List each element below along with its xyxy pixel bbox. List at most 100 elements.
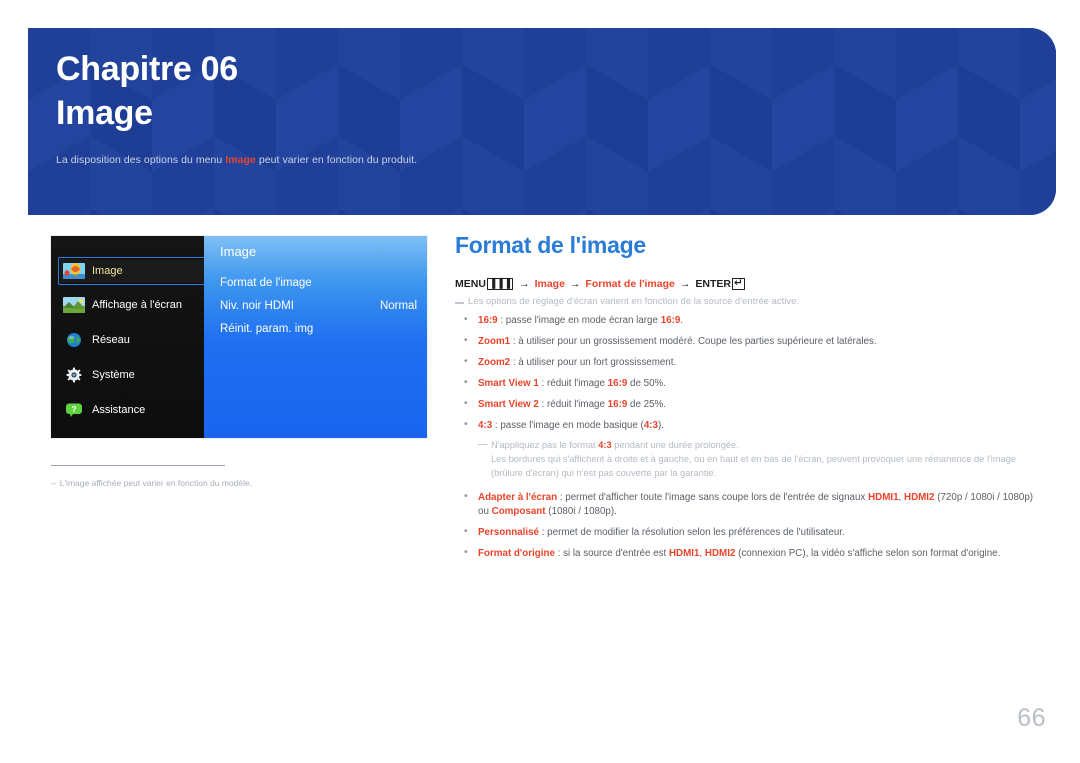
list-item: Personnalisé : permet de modifier la rés… xyxy=(455,525,1035,540)
list-item: 16:9 : passe l'image en mode écran large… xyxy=(455,313,1035,328)
option-term: Adapter à l'écran xyxy=(478,492,558,504)
osd-row-niv-noir-hdmi[interactable]: Niv. noir HDMI Normal xyxy=(220,297,417,315)
osd-row-label: Format de l'image xyxy=(220,277,312,289)
option-term: Smart View 1 xyxy=(478,377,539,389)
option-desc-pre: : à utiliser pour un fort grossissement. xyxy=(510,356,677,368)
option-desc-hl3: Composant xyxy=(491,506,546,518)
option-desc-pre: : à utiliser pour un grossissement modér… xyxy=(510,335,877,347)
list-item: Format d'origine : si la source d'entrée… xyxy=(455,546,1035,561)
option-desc-hl2: HDMI2 xyxy=(704,547,736,559)
svg-text:?: ? xyxy=(71,404,76,414)
enter-return-icon: ↵ xyxy=(731,277,745,290)
chapter-title: Image xyxy=(56,94,153,132)
osd-sidebar-item-affichage[interactable]: Affichage à l'écran xyxy=(59,292,204,318)
menu-path-breadcrumb: MENU ▐▐▐ → Image → Format de l'image → EN… xyxy=(455,278,1035,290)
osd-sidebar-label: Assistance xyxy=(92,404,146,416)
landscape-icon xyxy=(63,297,85,313)
banner-note-suffix: peut varier en fonction du produit. xyxy=(255,154,418,166)
osd-sidebar-label: Image xyxy=(92,265,123,277)
osd-sidebar-label: Affichage à l'écran xyxy=(92,299,182,311)
option-desc-post: ). xyxy=(657,419,664,431)
osd-content-panel: Image Format de l'image Niv. noir HDMI N… xyxy=(204,236,427,438)
banner-note-prefix: La disposition des options du menu xyxy=(56,154,226,166)
option-desc-p1: : si la source d'entrée est xyxy=(554,547,669,559)
osd-menu-screenshot: Image Affichage à l'écran Réseau Système… xyxy=(51,236,427,438)
footnote-text: L'image affichée peut varier en fonction… xyxy=(59,478,253,488)
option-term: Smart View 2 xyxy=(478,398,539,410)
list-item: Zoom2 : à utiliser pour un fort grossiss… xyxy=(455,355,1035,370)
option-desc-highlight: 16:9 xyxy=(607,398,628,410)
burn-in-warning-note: N'appliquez pas le format 4:3 pendant un… xyxy=(478,439,1023,481)
option-desc-p1: : permet d'afficher toute l'image sans c… xyxy=(557,492,869,504)
balloon-icon xyxy=(63,263,85,279)
osd-sidebar-label: Système xyxy=(92,369,135,381)
list-item: Smart View 2 : réduit l'image 16:9 de 25… xyxy=(455,397,1035,412)
option-term: Personnalisé xyxy=(478,527,539,539)
menu-bars-icon: ▐▐▐ xyxy=(486,278,514,290)
option-desc-post: de 50%. xyxy=(627,377,666,389)
menu-path-enter-label: ENTER xyxy=(695,278,731,290)
banner-note-highlight: Image xyxy=(225,154,256,166)
option-term: 4:3 xyxy=(478,419,493,431)
footnote-divider xyxy=(51,465,225,466)
option-desc-pre: : passe l'image en mode basique ( xyxy=(492,419,644,431)
note-leader-icon xyxy=(455,302,464,304)
arrow-icon: → xyxy=(679,278,691,290)
osd-row-value: Normal xyxy=(379,300,417,312)
intro-note-text: Les options de réglage d'écran varient e… xyxy=(468,296,800,307)
intro-note: Les options de réglage d'écran varient e… xyxy=(455,296,1035,307)
option-desc-p3: (connexion PC), la vidéo s'affiche selon… xyxy=(735,547,1001,559)
chapter-banner: Chapitre 06 Image La disposition des opt… xyxy=(28,28,1056,215)
page-number: 66 xyxy=(1017,704,1046,732)
option-term: 16:9 xyxy=(478,315,498,326)
option-term: Zoom2 xyxy=(478,356,511,368)
option-desc-p1: : permet de modifier la résolution selon… xyxy=(539,527,845,539)
list-item: Smart View 1 : réduit l'image 16:9 de 50… xyxy=(455,376,1035,391)
list-item: Zoom1 : à utiliser pour un grossissement… xyxy=(455,334,1035,349)
option-desc-pre: : réduit l'image xyxy=(538,377,608,389)
option-desc-highlight: 4:3 xyxy=(643,419,658,431)
footnote-dash: – xyxy=(51,478,56,488)
option-desc-post: . xyxy=(680,315,684,326)
option-desc-hl1: HDMI1 xyxy=(868,492,899,504)
option-desc-highlight: 16:9 xyxy=(660,315,681,326)
option-term: Zoom1 xyxy=(478,335,511,347)
osd-sidebar-item-image[interactable]: Image xyxy=(58,257,206,285)
option-desc-hl2: HDMI2 xyxy=(904,492,935,504)
page-title: Format de l'image xyxy=(455,232,646,258)
menu-path-menu-label: MENU xyxy=(455,278,486,290)
osd-panel-title: Image xyxy=(220,244,257,259)
list-item: Adapter à l'écran : permet d'afficher to… xyxy=(455,490,1035,519)
arrow-icon: → xyxy=(519,278,530,290)
format-options-list-part1: 16:9 : passe l'image en mode écran large… xyxy=(455,313,1035,433)
arrow-icon: → xyxy=(569,278,581,290)
banner-note: La disposition des options du menu Image… xyxy=(56,154,417,166)
osd-row-label: Réinit. param. img xyxy=(220,323,314,335)
osd-row-reinit-param-img[interactable]: Réinit. param. img xyxy=(220,320,417,338)
warning-line1-post: pendant une durée prolongée. xyxy=(611,440,739,451)
gear-icon xyxy=(63,367,85,383)
osd-row-label: Niv. noir HDMI xyxy=(220,300,294,312)
option-desc-p4: (1080i / 1080p). xyxy=(545,506,617,518)
globe-icon xyxy=(63,332,85,348)
osd-sidebar-label: Réseau xyxy=(92,334,130,346)
option-desc-pre: : réduit l'image xyxy=(538,398,608,410)
option-desc-highlight: 16:9 xyxy=(607,377,628,389)
osd-footnote: – L'image affichée peut varier en fonctio… xyxy=(51,478,381,488)
warning-line1-highlight: 4:3 xyxy=(598,440,612,451)
format-options-list-part2: Adapter à l'écran : permet d'afficher to… xyxy=(455,490,1035,561)
help-bubble-icon: ? xyxy=(63,402,85,418)
list-item: 4:3 : passe l'image en mode basique (4:3… xyxy=(455,418,1035,433)
note-leader-icon xyxy=(478,443,487,446)
osd-row-format-image[interactable]: Format de l'image xyxy=(220,274,417,292)
osd-sidebar-item-assistance[interactable]: ? Assistance xyxy=(59,397,204,423)
osd-sidebar-item-systeme[interactable]: Système xyxy=(59,362,204,388)
option-term: Format d'origine xyxy=(478,547,555,559)
option-desc-pre: : passe l'image en mode écran large xyxy=(497,315,661,326)
menu-path-step-1: Image xyxy=(534,278,565,290)
osd-sidebar-item-reseau[interactable]: Réseau xyxy=(59,327,204,353)
option-desc-hl1: HDMI1 xyxy=(668,547,700,559)
chapter-label: Chapitre 06 xyxy=(56,50,238,88)
warning-line2: Les bordures qui s'affichent à droite et… xyxy=(491,454,1017,479)
osd-sidebar: Image Affichage à l'écran Réseau Système… xyxy=(51,236,206,438)
